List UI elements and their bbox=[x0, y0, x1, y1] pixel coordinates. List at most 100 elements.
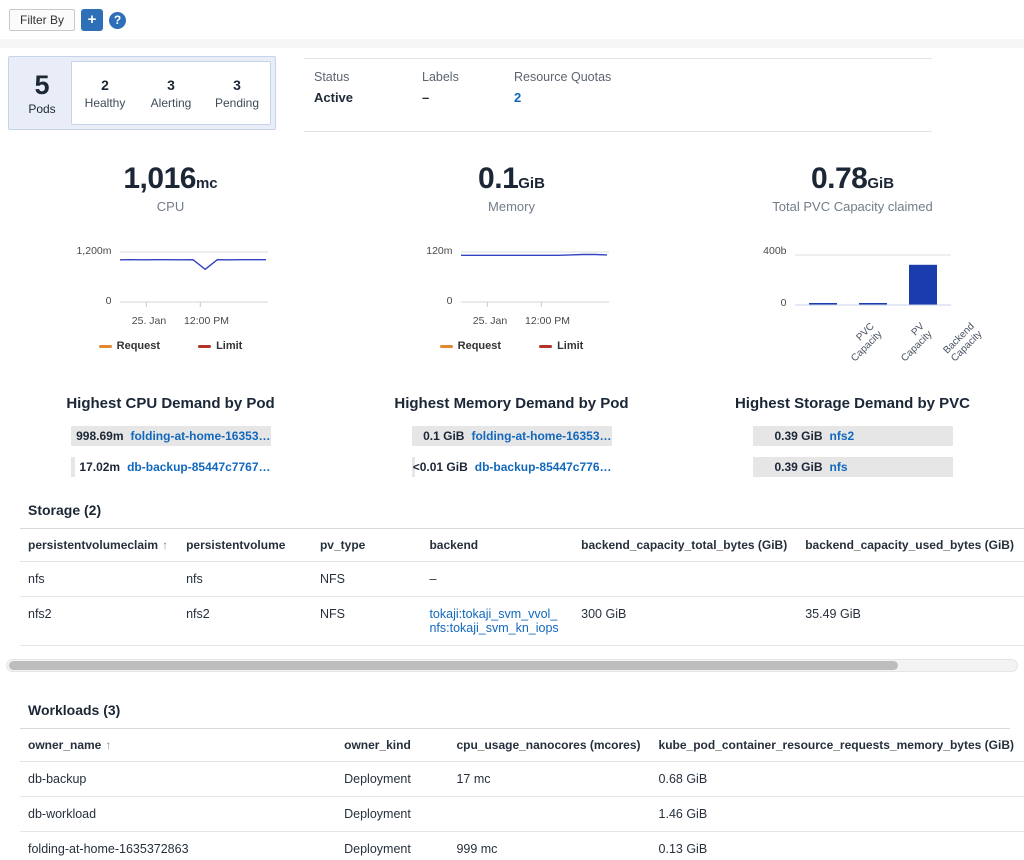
legend-item[interactable]: Request bbox=[99, 340, 160, 352]
cell-cpu: 999 mc bbox=[448, 832, 650, 860]
table-row: db-backup Deployment 17 mc 0.68 GiB bbox=[20, 762, 1024, 797]
pod-link[interactable]: folding-at-home-16353… bbox=[130, 429, 270, 443]
cpu-metric: 1,016 mc CPU 1,200m0 25. Jan12:00 PMRequ… bbox=[0, 162, 341, 365]
cell-capacity-used: 35.49 GiB bbox=[797, 597, 1024, 646]
legend-dash bbox=[539, 345, 552, 348]
pvc-link[interactable]: nfs2 bbox=[830, 429, 855, 443]
col-backend-capacity-used[interactable]: backend_capacity_used_bytes (GiB) bbox=[797, 529, 1024, 562]
pod-link[interactable]: db-backup-85447c776… bbox=[475, 460, 612, 474]
cell-owner-name: db-workload bbox=[20, 797, 336, 832]
pvc-link[interactable]: nfs bbox=[830, 460, 848, 474]
highest-storage-demand-title: Highest Storage Demand by PVC bbox=[735, 395, 970, 412]
section-divider bbox=[0, 39, 1024, 48]
y-axis-labels: 400b0 bbox=[753, 248, 793, 310]
cpu-number: 1,016 bbox=[123, 162, 196, 196]
legend-dash bbox=[198, 345, 211, 348]
col-persistentvolume[interactable]: persistentvolume bbox=[178, 529, 312, 562]
cell-pv-type: NFS bbox=[312, 597, 421, 646]
pods-state-healthy[interactable]: 2 Healthy bbox=[72, 62, 138, 124]
highest-memory-demand-list: 0.1 GiB folding-at-home-16353… <0.01 GiB d… bbox=[412, 426, 612, 488]
col-owner-kind[interactable]: owner_kind bbox=[336, 729, 448, 762]
sort-asc-icon: ↑ bbox=[105, 738, 111, 752]
legend-dash bbox=[99, 345, 112, 348]
cell-capacity-total bbox=[573, 562, 797, 597]
workloads-table: owner_name↑ owner_kind cpu_usage_nanocor… bbox=[20, 729, 1024, 860]
chart-legend: Request Limit bbox=[72, 340, 270, 352]
table-row: nfs nfs NFS – bbox=[20, 562, 1024, 597]
y-axis-labels: 1,200m0 bbox=[72, 248, 118, 308]
pods-count: 5 bbox=[34, 70, 49, 100]
legend-item[interactable]: Request bbox=[440, 340, 501, 352]
table-row: folding-at-home-1635372863 Deployment 99… bbox=[20, 832, 1024, 860]
cpu-unit: mc bbox=[196, 175, 218, 192]
backend-link[interactable]: tokaji:tokaji_svm_vvol_nfs:tokaji_svm_kn… bbox=[429, 607, 558, 635]
demand-item: 998.69m folding-at-home-16353… bbox=[71, 426, 271, 446]
demand-value: <0.01 GiB bbox=[412, 460, 468, 474]
cell-backend: – bbox=[421, 562, 573, 597]
highest-cpu-demand-list: 998.69mfolding-at-home-16353… 17.02mdb-b… bbox=[71, 426, 271, 488]
memory-usage-chart: 120m0 25. Jan12:00 PMRequestLimit bbox=[413, 248, 611, 352]
demand-item: <0.01 GiB db-backup-85447c776… bbox=[412, 457, 612, 477]
help-icon[interactable]: ? bbox=[109, 12, 126, 29]
col-owner-name[interactable]: owner_name↑ bbox=[20, 729, 336, 762]
horizontal-scrollbar-thumb[interactable] bbox=[9, 661, 898, 670]
cell-pvc: nfs bbox=[20, 562, 178, 597]
add-filter-button[interactable]: + bbox=[81, 9, 103, 31]
filter-by-button[interactable]: Filter By bbox=[9, 9, 75, 31]
legend-item[interactable]: Limit bbox=[539, 340, 583, 352]
cell-owner-name: db-backup bbox=[20, 762, 336, 797]
pod-link[interactable]: folding-at-home-16353… bbox=[471, 429, 611, 443]
pending-label: Pending bbox=[215, 96, 259, 110]
col-pv-type[interactable]: pv_type bbox=[312, 529, 421, 562]
col-backend-capacity-total[interactable]: backend_capacity_total_bytes (GiB) bbox=[573, 529, 797, 562]
col-cpu-usage[interactable]: cpu_usage_nanocores (mcores) bbox=[448, 729, 650, 762]
workloads-section: Workloads (3) owner_name↑ owner_kind cpu… bbox=[20, 702, 1024, 860]
labels-label: Labels bbox=[422, 70, 514, 84]
pods-state-pending[interactable]: 3 Pending bbox=[204, 62, 270, 124]
demand-item: 0.39 GiBnfs2 bbox=[753, 426, 953, 446]
cell-memory: 0.68 GiB bbox=[651, 762, 1024, 797]
highest-storage-demand-list: 0.39 GiBnfs2 0.39 GiBnfs bbox=[753, 426, 953, 488]
table-row: db-workload Deployment 1.46 GiB bbox=[20, 797, 1024, 832]
resource-quotas-link[interactable]: 2 bbox=[514, 90, 611, 105]
filter-bar: Filter By + ? bbox=[0, 0, 1024, 39]
pods-total[interactable]: 5 Pods bbox=[13, 61, 71, 125]
x-axis-label: 25. Jan bbox=[132, 315, 166, 327]
chart-legend: Request Limit bbox=[413, 340, 611, 352]
alerting-count: 3 bbox=[167, 77, 175, 93]
healthy-label: Healthy bbox=[85, 96, 126, 110]
cell-pv-type: NFS bbox=[312, 562, 421, 597]
cell-cpu bbox=[448, 797, 650, 832]
demand-item: 0.1 GiB folding-at-home-16353… bbox=[412, 426, 612, 446]
summary-row: 5 Pods 2 Healthy 3 Alerting 3 Pending St… bbox=[8, 56, 1024, 132]
memory-value: 0.1 GiB bbox=[478, 162, 545, 196]
demand-item: 0.39 GiBnfs bbox=[753, 457, 953, 477]
cpu-value: 1,016 mc bbox=[123, 162, 217, 196]
metrics-row: 1,016 mc CPU 1,200m0 25. Jan12:00 PMRequ… bbox=[0, 162, 1024, 365]
labels-value: – bbox=[422, 90, 514, 105]
y-axis-labels: 120m0 bbox=[413, 248, 459, 308]
demand-value: 998.69m bbox=[71, 429, 124, 443]
cell-memory: 1.46 GiB bbox=[651, 797, 1024, 832]
pvc-number: 0.78 bbox=[811, 162, 867, 196]
resource-quotas-label: Resource Quotas bbox=[514, 70, 611, 84]
pods-state-alerting[interactable]: 3 Alerting bbox=[138, 62, 204, 124]
chart-svg bbox=[459, 248, 611, 308]
memory-unit: GiB bbox=[518, 175, 545, 192]
storage-table: persistentvolumeclaim↑ persistentvolume … bbox=[20, 529, 1024, 646]
pod-link[interactable]: db-backup-85447c7767… bbox=[127, 460, 270, 474]
col-memory-requests[interactable]: kube_pod_container_resource_requests_mem… bbox=[651, 729, 1024, 762]
col-persistentvolumeclaim[interactable]: persistentvolumeclaim↑ bbox=[20, 529, 178, 562]
top-demand-row: Highest CPU Demand by Pod 998.69mfolding… bbox=[0, 395, 1024, 488]
cell-pv: nfs2 bbox=[178, 597, 312, 646]
horizontal-scrollbar-track[interactable] bbox=[6, 659, 1018, 672]
pvc-metric: 0.78 GiB Total PVC Capacity claimed 400b… bbox=[682, 162, 1023, 365]
legend-item[interactable]: Limit bbox=[198, 340, 242, 352]
col-backend[interactable]: backend bbox=[421, 529, 573, 562]
status-label: Status bbox=[314, 70, 422, 84]
pods-label: Pods bbox=[28, 102, 55, 116]
status-panel: Status Active Labels – Resource Quotas 2 bbox=[304, 58, 932, 132]
highest-memory-demand: Highest Memory Demand by Pod 0.1 GiBfold… bbox=[341, 395, 682, 488]
demand-value: 0.1 GiB bbox=[412, 429, 465, 443]
pods-summary-card[interactable]: 5 Pods 2 Healthy 3 Alerting 3 Pending bbox=[8, 56, 276, 130]
